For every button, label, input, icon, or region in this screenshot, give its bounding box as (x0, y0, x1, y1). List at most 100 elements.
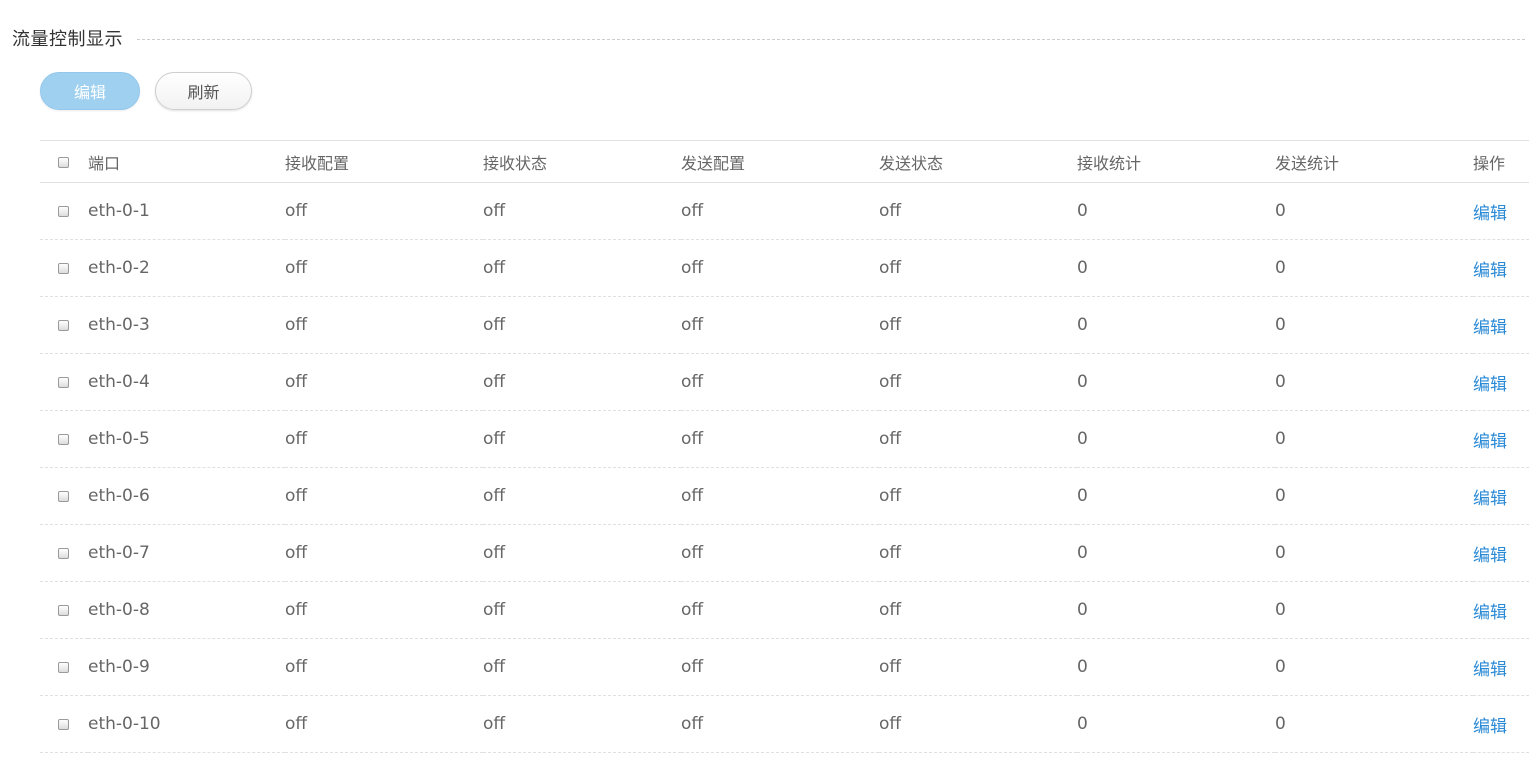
table-row: eth-0-2 off off off off 0 0 编辑 (40, 240, 1529, 297)
rx-status-cell: off (483, 429, 506, 449)
row-edit-link[interactable]: 编辑 (1473, 660, 1507, 680)
port-cell: eth-0-9 (88, 657, 150, 677)
row-edit-link[interactable]: 编辑 (1473, 318, 1507, 338)
tx-stats-cell: 0 (1275, 543, 1286, 563)
port-cell: eth-0-3 (88, 315, 150, 335)
port-cell: eth-0-6 (88, 486, 150, 506)
header-tx-stats: 发送统计 (1275, 153, 1340, 173)
header-select-all-cell (40, 141, 88, 183)
rx-config-cell: off (285, 429, 308, 449)
header-rx-status: 接收状态 (483, 153, 548, 173)
action-cell: 编辑 (1473, 468, 1529, 525)
row-select-cell (40, 468, 88, 525)
rx-stats-cell: 0 (1077, 372, 1088, 392)
tx-config-cell: off (681, 315, 704, 335)
row-checkbox[interactable] (58, 376, 69, 388)
rx-status-cell: off (483, 657, 506, 677)
port-cell: eth-0-4 (88, 372, 150, 392)
row-checkbox[interactable] (58, 319, 69, 331)
rx-status-cell: off (483, 201, 506, 221)
rx-config-cell: off (285, 315, 308, 335)
row-edit-link[interactable]: 编辑 (1473, 375, 1507, 395)
rx-status-cell: off (483, 315, 506, 335)
rx-status-cell: off (483, 372, 506, 392)
header-rx-stats: 接收统计 (1077, 153, 1142, 173)
tx-stats-cell: 0 (1275, 372, 1286, 392)
rx-config-cell: off (285, 714, 308, 734)
row-select-cell (40, 240, 88, 297)
tx-status-cell: off (879, 714, 902, 734)
table-row: eth-0-5 off off off off 0 0 编辑 (40, 411, 1529, 468)
row-edit-link[interactable]: 编辑 (1473, 489, 1507, 509)
row-checkbox[interactable] (58, 490, 69, 502)
table-row: eth-0-1 off off off off 0 0 编辑 (40, 183, 1529, 240)
action-cell: 编辑 (1473, 639, 1529, 696)
row-edit-link[interactable]: 编辑 (1473, 432, 1507, 452)
tx-stats-cell: 0 (1275, 714, 1286, 734)
row-select-cell (40, 582, 88, 639)
action-cell: 编辑 (1473, 411, 1529, 468)
tx-status-cell: off (879, 258, 902, 278)
tx-stats-cell: 0 (1275, 315, 1286, 335)
row-checkbox[interactable] (58, 718, 69, 730)
row-edit-link[interactable]: 编辑 (1473, 546, 1507, 566)
rx-config-cell: off (285, 258, 308, 278)
tx-status-cell: off (879, 600, 902, 620)
table-row: eth-0-10 off off off off 0 0 编辑 (40, 696, 1529, 753)
rx-stats-cell: 0 (1077, 486, 1088, 506)
tx-config-cell: off (681, 201, 704, 221)
row-checkbox[interactable] (58, 205, 69, 217)
action-cell: 编辑 (1473, 582, 1529, 639)
tx-stats-cell: 0 (1275, 201, 1286, 221)
row-select-cell (40, 354, 88, 411)
rx-stats-cell: 0 (1077, 258, 1088, 278)
table-row: eth-0-9 off off off off 0 0 编辑 (40, 639, 1529, 696)
tx-stats-cell: 0 (1275, 486, 1286, 506)
header-port: 端口 (88, 153, 121, 173)
port-cell: eth-0-8 (88, 600, 150, 620)
row-checkbox[interactable] (58, 262, 69, 274)
row-checkbox[interactable] (58, 604, 69, 616)
row-select-cell (40, 411, 88, 468)
tx-config-cell: off (681, 657, 704, 677)
header-rx-config: 接收配置 (285, 153, 350, 173)
tx-config-cell: off (681, 714, 704, 734)
table-row: eth-0-7 off off off off 0 0 编辑 (40, 525, 1529, 582)
tx-status-cell: off (879, 201, 902, 221)
row-edit-link[interactable]: 编辑 (1473, 261, 1507, 281)
rx-stats-cell: 0 (1077, 201, 1088, 221)
port-cell: eth-0-2 (88, 258, 150, 278)
row-checkbox[interactable] (58, 433, 69, 445)
table-row: eth-0-4 off off off off 0 0 编辑 (40, 354, 1529, 411)
row-checkbox[interactable] (58, 661, 69, 673)
port-cell: eth-0-7 (88, 543, 150, 563)
port-cell: eth-0-1 (88, 201, 150, 221)
rx-status-cell: off (483, 714, 506, 734)
rx-status-cell: off (483, 258, 506, 278)
edit-button[interactable]: 编辑 (40, 72, 140, 110)
row-edit-link[interactable]: 编辑 (1473, 603, 1507, 623)
tx-config-cell: off (681, 429, 704, 449)
flow-control-page: 流量控制显示 编辑 刷新 端口 接收配置 接收状态 发送配置 发送状态 接收统计… (0, 0, 1535, 758)
rx-stats-cell: 0 (1077, 600, 1088, 620)
refresh-button[interactable]: 刷新 (155, 72, 252, 110)
rx-status-cell: off (483, 600, 506, 620)
table-header-row: 端口 接收配置 接收状态 发送配置 发送状态 接收统计 发送统计 操作 (40, 140, 1529, 183)
row-edit-link[interactable]: 编辑 (1473, 717, 1507, 737)
flow-control-table: 端口 接收配置 接收状态 发送配置 发送状态 接收统计 发送统计 操作 eth-… (40, 140, 1529, 753)
rx-status-cell: off (483, 543, 506, 563)
tx-config-cell: off (681, 543, 704, 563)
port-cell: eth-0-5 (88, 429, 150, 449)
header-tx-config: 发送配置 (681, 153, 746, 173)
row-select-cell (40, 297, 88, 354)
tx-status-cell: off (879, 657, 902, 677)
rx-config-cell: off (285, 600, 308, 620)
tx-stats-cell: 0 (1275, 600, 1286, 620)
rx-config-cell: off (285, 543, 308, 563)
action-cell: 编辑 (1473, 354, 1529, 411)
tx-config-cell: off (681, 600, 704, 620)
row-checkbox[interactable] (58, 547, 69, 559)
tx-status-cell: off (879, 315, 902, 335)
select-all-checkbox[interactable] (58, 157, 69, 168)
row-edit-link[interactable]: 编辑 (1473, 204, 1507, 224)
